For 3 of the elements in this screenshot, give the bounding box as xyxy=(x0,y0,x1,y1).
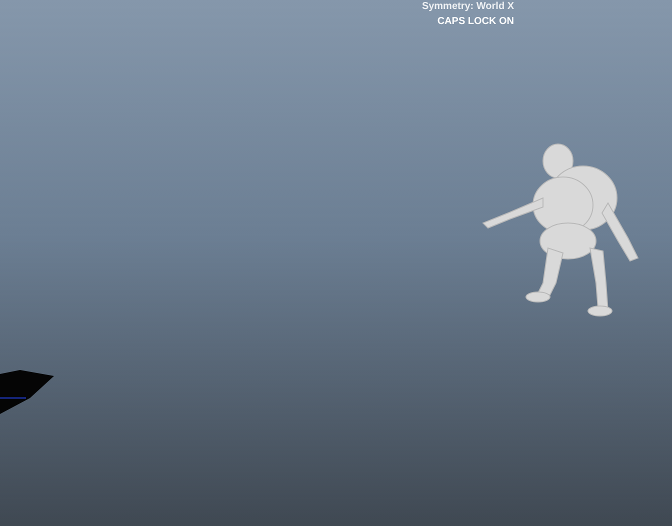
caps-lock-label: CAPS LOCK ON xyxy=(437,16,514,27)
dark-object-drawing xyxy=(0,370,56,416)
symmetry-label: Symmetry: World X xyxy=(422,1,514,12)
